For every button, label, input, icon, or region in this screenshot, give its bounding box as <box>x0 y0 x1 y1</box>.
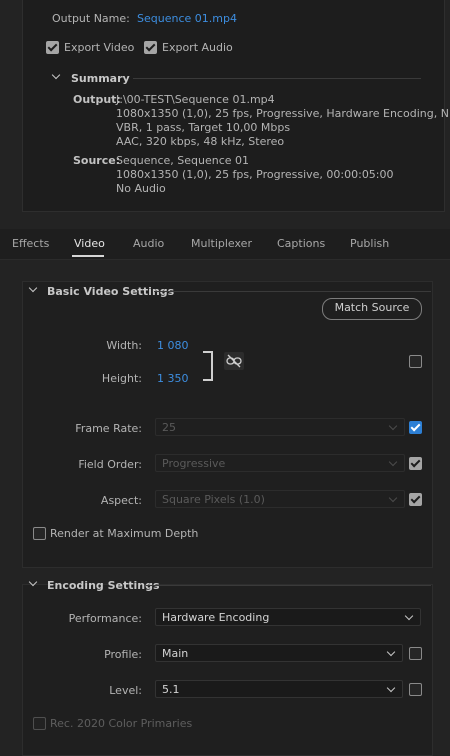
output-name-label: Output Name: <box>52 12 130 25</box>
summary-source-video: 1080x1350 (1,0), 25 fps, Progressive, 00… <box>116 168 394 181</box>
summary-divider <box>133 78 421 79</box>
tab-captions[interactable]: Captions <box>277 237 325 250</box>
profile-value: Main <box>162 647 189 660</box>
chevron-down-icon <box>386 647 396 657</box>
chevron-down-icon <box>386 683 396 693</box>
render-max-depth-checkbox[interactable] <box>33 527 46 540</box>
chevron-down-icon <box>388 493 398 503</box>
performance-value: Hardware Encoding <box>162 611 270 624</box>
aspect-label: Aspect: <box>100 494 142 507</box>
chevron-down-icon <box>388 457 398 467</box>
summary-output-label: Output: <box>73 93 121 106</box>
export-audio-checkbox[interactable] <box>144 41 157 54</box>
field-order-value: Progressive <box>162 457 226 470</box>
tab-effects[interactable]: Effects <box>12 237 49 250</box>
width-value[interactable]: 1 080 <box>157 339 189 352</box>
summary-source-sequence: Sequence, Sequence 01 <box>116 154 250 167</box>
unlink-icon[interactable] <box>224 352 244 370</box>
level-value: 5.1 <box>162 683 180 696</box>
basic-video-divider <box>154 291 431 292</box>
aspect-value: Square Pixels (1.0) <box>162 493 265 506</box>
aspect-override-checkbox[interactable] <box>409 493 422 506</box>
chevron-down-icon <box>388 421 398 431</box>
rec2020-checkbox[interactable] <box>33 717 46 730</box>
summary-source-label: Source: <box>73 154 121 167</box>
summary-output-video: 1080x1350 (1,0), 25 fps, Progressive, Ha… <box>116 107 450 120</box>
level-override-checkbox[interactable] <box>409 683 422 696</box>
aspect-select[interactable]: Square Pixels (1.0) <box>155 490 405 508</box>
rec2020-label: Rec. 2020 Color Primaries <box>50 717 193 730</box>
settings-tab-bar: Effects Video Audio Multiplexer Captions… <box>0 229 450 260</box>
output-name-link[interactable]: Sequence 01.mp4 <box>137 12 237 25</box>
tab-publish[interactable]: Publish <box>350 237 389 250</box>
summary-output-lines: J:\00-TEST\Sequence 01.mp4 1080x1350 (1,… <box>116 93 450 149</box>
export-audio-label: Export Audio <box>162 41 233 54</box>
export-video-checkbox[interactable] <box>46 41 59 54</box>
tab-multiplexer[interactable]: Multiplexer <box>191 237 252 250</box>
summary-source-audio: No Audio <box>116 182 166 195</box>
performance-select[interactable]: Hardware Encoding <box>155 608 421 626</box>
level-select[interactable]: 5.1 <box>155 680 403 698</box>
encoding-divider <box>146 585 431 586</box>
summary-output-bitrate: VBR, 1 pass, Target 10,00 Mbps <box>116 121 291 134</box>
tab-video[interactable]: Video <box>74 237 105 250</box>
active-tab-indicator <box>72 255 104 257</box>
profile-label: Profile: <box>104 648 142 661</box>
level-label: Level: <box>109 684 142 697</box>
summary-source-lines: Sequence, Sequence 01 1080x1350 (1,0), 2… <box>116 154 394 196</box>
resize-override-checkbox[interactable] <box>409 355 422 368</box>
profile-select[interactable]: Main <box>155 644 403 662</box>
export-video-label: Export Video <box>64 41 135 54</box>
performance-label: Performance: <box>68 612 142 625</box>
summary-title: Summary <box>71 72 130 85</box>
encoding-title: Encoding Settings <box>47 579 160 592</box>
summary-output-path: J:\00-TEST\Sequence 01.mp4 <box>116 93 275 106</box>
field-order-override-checkbox[interactable] <box>409 457 422 470</box>
summary-output-audio: AAC, 320 kbps, 48 kHz, Stereo <box>116 135 285 148</box>
tab-audio[interactable]: Audio <box>133 237 164 250</box>
frame-rate-value: 25 <box>162 421 176 434</box>
frame-rate-label: Frame Rate: <box>75 422 142 435</box>
frame-rate-select[interactable]: 25 <box>155 418 405 436</box>
render-max-depth-label: Render at Maximum Depth <box>50 527 199 540</box>
profile-override-checkbox[interactable] <box>409 647 422 660</box>
aspect-link-bracket <box>203 351 213 381</box>
match-source-button[interactable]: Match Source <box>322 298 422 320</box>
height-label: Height: <box>101 372 142 385</box>
frame-rate-override-checkbox[interactable] <box>409 421 422 434</box>
width-label: Width: <box>106 339 142 352</box>
height-value[interactable]: 1 350 <box>157 372 189 385</box>
field-order-select[interactable]: Progressive <box>155 454 405 472</box>
field-order-label: Field Order: <box>78 458 142 471</box>
chevron-down-icon <box>404 611 414 621</box>
